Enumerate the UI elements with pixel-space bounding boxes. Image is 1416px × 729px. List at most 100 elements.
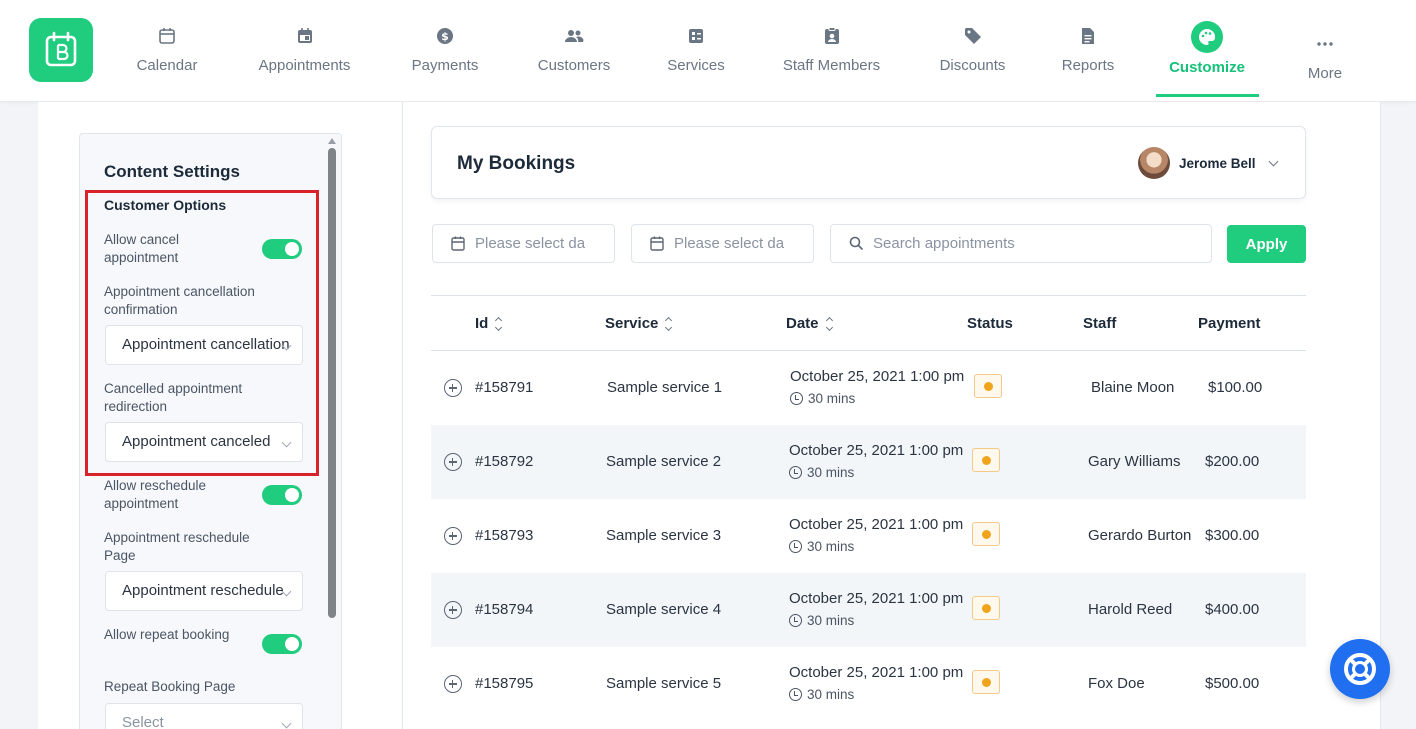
- booking-id: #158795: [475, 675, 534, 692]
- booking-staff: Harold Reed: [1088, 601, 1173, 618]
- clock-icon: [790, 392, 803, 405]
- column-payment: Payment: [1198, 315, 1261, 332]
- column-label: Service: [605, 315, 659, 332]
- booking-service: Sample service 2: [606, 453, 722, 470]
- app-logo[interactable]: [29, 18, 93, 82]
- tag-icon: [963, 26, 983, 46]
- toggle-knob: [285, 637, 299, 651]
- search-input[interactable]: Search appointments: [830, 224, 1212, 263]
- column-label: Date: [786, 315, 819, 332]
- date-to-input[interactable]: Please select date: [631, 224, 814, 263]
- booking-staff: Fox Doe: [1088, 675, 1145, 692]
- duration-text: 30 mins: [807, 465, 855, 480]
- duration-text: 30 mins: [808, 391, 856, 406]
- content-settings-panel: Content Settings Customer Options Allow …: [79, 133, 342, 729]
- search-icon: [849, 236, 863, 254]
- column-id[interactable]: Id: [475, 315, 503, 332]
- scrollbar-thumb[interactable]: [328, 148, 336, 618]
- status-badge: [974, 374, 1002, 398]
- nav-calendar[interactable]: Calendar: [131, 0, 203, 100]
- dollar-icon: $: [435, 26, 455, 46]
- booking-id: #158791: [475, 379, 534, 396]
- cancel-redirect-select[interactable]: Appointment canceled: [105, 422, 303, 462]
- nav-label: Payments: [411, 57, 479, 74]
- help-button[interactable]: [1330, 639, 1390, 699]
- nav-label: Appointments: [258, 57, 351, 74]
- table-row[interactable]: #158791 Sample service 1 October 25, 202…: [431, 351, 1306, 425]
- input-placeholder: Please select date: [475, 235, 585, 252]
- nav-more[interactable]: More: [1300, 8, 1350, 108]
- scroll-up-arrow[interactable]: [328, 138, 336, 144]
- table-row[interactable]: #158793 Sample service 3 October 25, 202…: [431, 499, 1306, 573]
- user-menu[interactable]: Jerome Bell: [1138, 147, 1278, 179]
- booking-service: Sample service 5: [606, 675, 722, 692]
- nav-appointments[interactable]: Appointments: [252, 0, 357, 100]
- table-row[interactable]: #158795 Sample service 5 October 25, 202…: [431, 647, 1306, 721]
- chevron-down-icon: [1268, 156, 1278, 166]
- column-date[interactable]: Date: [786, 315, 833, 332]
- apply-button[interactable]: Apply: [1227, 225, 1306, 263]
- customer-options-heading: Customer Options: [104, 197, 227, 213]
- booking-id: #158794: [475, 601, 534, 618]
- nav-services[interactable]: Services: [664, 0, 728, 100]
- booking-payment: $400.00: [1205, 601, 1260, 618]
- table-row[interactable]: #158794 Sample service 4 October 25, 202…: [431, 573, 1306, 647]
- nav-label: Customize: [1169, 58, 1245, 76]
- status-badge: [972, 596, 1000, 620]
- clock-icon: [789, 614, 802, 627]
- column-staff: Staff: [1083, 315, 1116, 332]
- nav-customers[interactable]: Customers: [532, 0, 616, 100]
- input-placeholder: Search appointments: [873, 235, 1015, 252]
- expand-row-icon[interactable]: [444, 601, 462, 619]
- toggle-knob: [285, 488, 299, 502]
- booking-id: #158793: [475, 527, 534, 544]
- booking-payment: $500.00: [1205, 675, 1260, 692]
- expand-row-icon[interactable]: [444, 675, 462, 693]
- active-tab-indicator: [1156, 94, 1259, 97]
- nav-reports[interactable]: Reports: [1059, 0, 1117, 100]
- cancel-redirect-label: Cancelled appointment redirection: [104, 381, 243, 414]
- booking-duration: 30 mins: [790, 391, 855, 406]
- allow-reschedule-toggle[interactable]: [262, 485, 302, 505]
- expand-row-icon[interactable]: [444, 379, 462, 397]
- select-value: Appointment cancellation: [122, 336, 290, 353]
- nav-label: Staff Members: [782, 57, 881, 74]
- allow-cancel-label: Allow cancel appointment: [104, 232, 180, 265]
- allow-repeat-toggle[interactable]: [262, 634, 302, 654]
- nav-payments[interactable]: $ Payments: [406, 0, 484, 100]
- column-service[interactable]: Service: [605, 315, 673, 332]
- date-from-input[interactable]: Please select date: [432, 224, 615, 263]
- table-row[interactable]: #158792 Sample service 2 October 25, 202…: [431, 425, 1306, 499]
- users-icon: [564, 26, 584, 46]
- calendar-check-icon: [295, 26, 315, 46]
- booking-payment: $100.00: [1208, 379, 1263, 396]
- more-icon: [1315, 34, 1335, 54]
- duration-text: 30 mins: [807, 613, 855, 628]
- duration-text: 30 mins: [807, 687, 855, 702]
- repeat-page-select[interactable]: Select: [105, 703, 303, 729]
- calendar-icon: [157, 26, 177, 46]
- sort-icon: [825, 316, 833, 331]
- user-name: Jerome Bell: [1179, 155, 1256, 171]
- status-badge: [972, 522, 1000, 546]
- cancel-confirmation-select[interactable]: Appointment cancellation: [105, 325, 303, 365]
- select-value: Appointment canceled: [122, 433, 271, 450]
- select-value: Appointment reschedule: [122, 582, 284, 599]
- settings-title: Content Settings: [104, 162, 240, 181]
- booking-date: October 25, 2021 1:00 pm: [789, 664, 964, 681]
- booking-duration: 30 mins: [789, 465, 854, 480]
- booking-date: October 25, 2021 1:00 pm: [789, 590, 964, 607]
- lifebuoy-icon: [1344, 653, 1376, 685]
- reschedule-page-select[interactable]: Appointment reschedule: [105, 571, 303, 611]
- expand-row-icon[interactable]: [444, 453, 462, 471]
- clock-icon: [789, 466, 802, 479]
- nav-discounts[interactable]: Discounts: [935, 0, 1010, 100]
- booking-duration: 30 mins: [789, 687, 854, 702]
- allow-cancel-toggle[interactable]: [262, 239, 302, 259]
- palette-icon: [1191, 20, 1223, 53]
- nav-customize[interactable]: Customize: [1166, 0, 1248, 100]
- expand-row-icon[interactable]: [444, 527, 462, 545]
- booking-duration: 30 mins: [789, 613, 854, 628]
- top-navigation: Calendar Appointments $ Payments Custome…: [0, 0, 1416, 102]
- nav-staff-members[interactable]: Staff Members: [778, 0, 885, 100]
